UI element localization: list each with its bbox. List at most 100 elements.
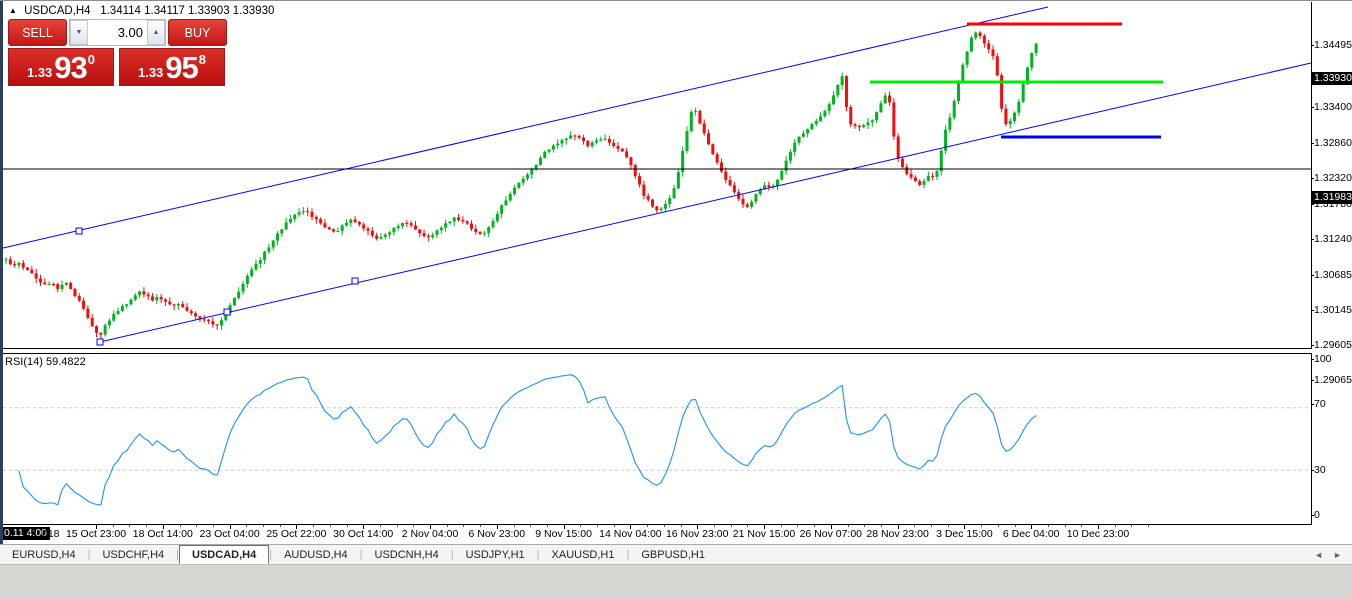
time-axis-minor-tick [580,525,582,527]
volume-decrease-button[interactable]: ▼ [70,20,88,45]
time-axis-minor-tick [1081,525,1083,527]
time-axis-minor-tick [947,525,949,527]
time-axis-minor-tick [279,525,281,527]
time-axis-minor-tick [146,525,148,527]
time-axis-label: 6 Nov 23:00 [468,528,526,540]
time-axis-minor-tick [396,525,398,527]
rsi-axis-label: 0 [1311,509,1320,521]
time-axis-tick [229,525,231,529]
time-axis-label: 18 Oct 14:00 [132,528,193,540]
rsi-indicator-label: RSI(14) 59.4822 [5,356,86,368]
collapse-triangle-icon[interactable]: ▲ [9,6,17,15]
time-axis-minor-tick [613,525,615,527]
time-axis-minor-tick [880,525,882,527]
chart-tab-strip: EURUSD,H4 | USDCHF,H4 | USDCAD,H4 | AUDUSD,H4 |… [0,545,1352,564]
time-axis-tick [563,525,565,529]
one-click-trading-panel: SELL ▼ 3.00 ▲ BUY 1.33 93 0 1.33 95 8 [8,19,227,86]
time-axis-minor-tick [680,525,682,527]
time-axis-minor-tick [1131,525,1133,527]
chart-tab-eurusd[interactable]: EURUSD,H4 [0,545,88,564]
time-axis-tick [430,525,431,529]
time-axis-tick [496,525,498,529]
time-axis-minor-tick [1014,525,1016,527]
time-axis-minor-tick [864,525,866,527]
sell-button[interactable]: SELL [8,19,67,46]
price-axis-label: 1.31240 [1311,233,1352,245]
chart-tab-usdcad[interactable]: USDCAD,H4 [179,545,270,564]
time-axis-minor-tick [196,525,198,527]
time-axis-tick [96,525,97,529]
chart-tab-usdcnh[interactable]: USDCNH,H4 [363,545,451,564]
time-axis-minor-tick [530,525,532,527]
chart-tab-gbpusd[interactable]: GBPUSD,H1 [629,545,717,564]
price-axis-label: 1.34495 [1311,39,1352,51]
buy-price-big: 95 [165,50,198,85]
chart-region: ▲ USDCAD,H4 1.34114 1.34117 1.33903 1.33… [0,0,1352,572]
time-axis-label: 26 Nov 07:00 [799,528,863,540]
time-axis-tick [296,525,298,529]
tab-scroll-right-icon[interactable]: ► [1333,550,1342,560]
price-axis-label: 1.29065 [1311,374,1352,386]
time-axis-label: 9 Nov 15:00 [535,528,592,540]
buy-price-small: 1.33 [137,65,164,80]
time-axis-minor-tick [663,525,665,527]
price-badge: 1.33930 [1312,72,1352,85]
time-axis-minor-tick [179,525,181,527]
ohlc-values [94,5,97,17]
time-axis-minor-tick [914,525,916,527]
time-axis-label: 21 Nov 15:00 [732,528,796,540]
time-axis-minor-tick [713,525,715,527]
time-axis-tick [363,525,365,529]
tab-scroll-left-icon[interactable]: ◄ [1314,550,1323,560]
time-axis-minor-tick [1064,525,1066,527]
buy-price-display[interactable]: 1.33 95 8 [119,48,225,86]
rsi-axis-label: 70 [1311,398,1326,410]
rsi-indicator-panel[interactable] [3,353,1312,525]
buy-button[interactable]: BUY [168,19,227,46]
price-badge: 1.31983 [1312,191,1352,204]
chart-title: ▲ USDCAD,H4 1.34114 1.34117 1.33903 1.33… [9,5,274,17]
sell-price-display[interactable]: 1.33 93 0 [8,48,114,86]
time-axis[interactable]: 0.11 4:00 018 15 Oct 23:00 18 Oct 14:00 23 O… [3,525,1312,545]
time-axis-minor-tick [997,525,999,527]
volume-increase-button[interactable]: ▲ [147,20,165,45]
time-axis-label: 6 Dec 04:00 [1002,528,1060,540]
time-axis-minor-tick [1148,525,1150,527]
time-axis-minor-tick [112,525,114,527]
volume-input[interactable]: 3.00 [88,20,147,45]
symbol-timeframe: USDCAD,H4 [24,5,91,17]
status-bar [0,564,1352,599]
time-axis-label: 2 Nov 04:00 [401,528,459,540]
time-axis-minor-tick [546,525,548,527]
chart-tab-audusd[interactable]: AUDUSD,H4 [272,545,360,564]
time-axis-tick [1031,525,1033,529]
chart-tab-xauusd[interactable]: XAUUSD,H1 [540,545,627,564]
time-axis-minor-tick [463,525,465,527]
time-axis-minor-tick [212,525,214,527]
price-axis-label: 1.32860 [1311,137,1352,149]
time-axis-minor-tick [513,525,515,527]
time-axis-minor-tick [246,525,248,527]
time-axis-tick [964,525,966,529]
time-axis-tick [630,525,632,529]
time-axis-minor-tick [313,525,315,527]
sell-price-big: 93 [54,50,87,85]
chart-tab-usdjpy[interactable]: USDJPY,H1 [454,545,537,564]
time-axis-minor-tick [797,525,799,527]
time-axis-minor-tick [379,525,381,527]
rsi-axis-label: 30 [1311,464,1326,476]
time-axis-minor-tick [814,525,816,527]
price-axis[interactable]: 1.34495 1.33400 1.32860 1.32320 1.31780 1.312… [1311,1,1352,544]
mt4-chart-window: T ▾ M1M5M15M30H1H4D1W1MN ▲ USDCAD,H4 1.3… [0,0,1352,599]
time-axis-tick [1098,525,1099,529]
price-axis-label: 1.30145 [1311,304,1352,316]
time-axis-minor-tick [780,525,782,527]
time-axis-minor-tick [346,525,348,527]
time-axis-tick [162,525,164,529]
chart-tab-usdchf[interactable]: USDCHF,H4 [90,545,176,564]
rsi-line [18,374,1037,506]
time-axis-minor-tick [981,525,983,527]
price-axis-label: 1.32320 [1311,172,1352,184]
time-axis-tick [697,525,699,529]
sell-price-sup: 0 [87,52,96,67]
